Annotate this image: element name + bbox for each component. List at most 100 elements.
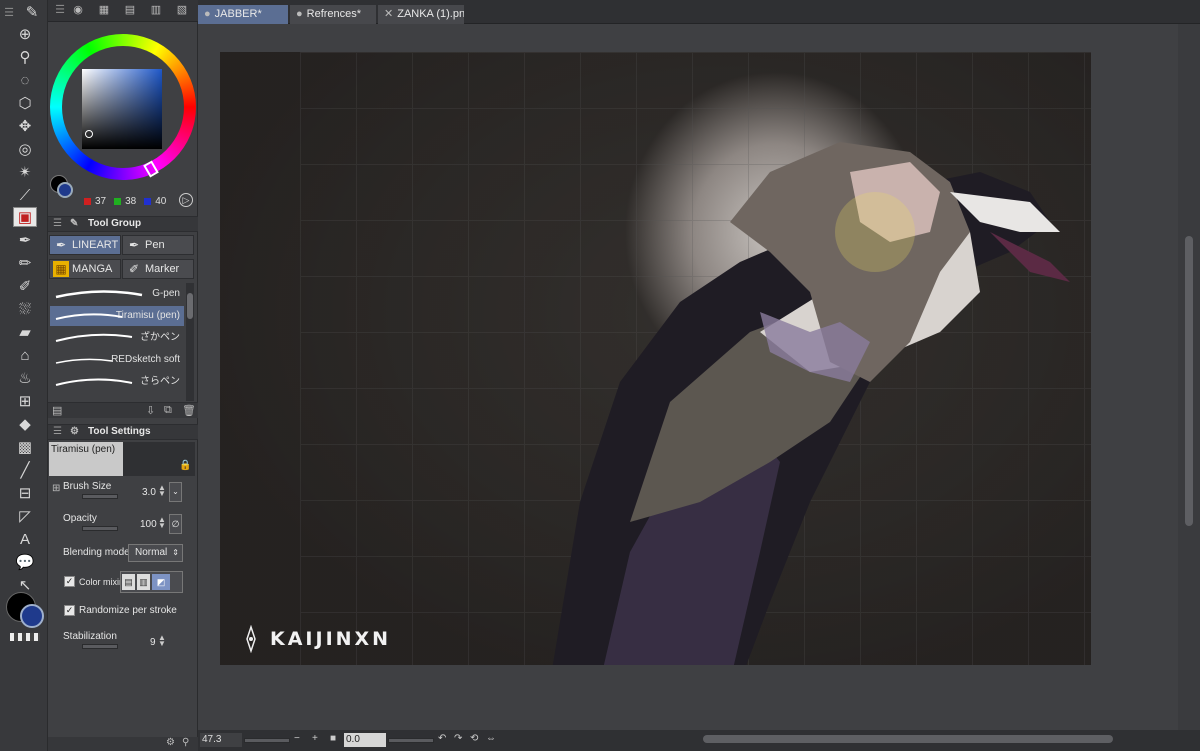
menu-icon[interactable]: ☰ <box>4 2 14 22</box>
color-history-tab-icon[interactable]: ▧ <box>172 3 192 19</box>
panel-sub-color[interactable] <box>57 182 73 198</box>
brush-list-scrollbar[interactable] <box>186 283 194 401</box>
gradient-icon[interactable]: ▩ <box>13 437 37 457</box>
lasso-select-icon[interactable]: ◌ <box>13 70 37 90</box>
blending-select[interactable]: Normal ⇕ <box>128 544 183 562</box>
import-icon[interactable]: ⇩ <box>146 404 155 417</box>
tab-label: JABBER* <box>214 8 262 20</box>
pencil-icon[interactable]: ✏ <box>13 253 37 273</box>
horizontal-scrollbar[interactable] <box>703 735 1113 743</box>
rotate-left-icon[interactable]: ↶ <box>438 733 446 744</box>
opacity-spinner-icon[interactable]: ▲ ▼ <box>158 516 166 530</box>
lock-icon[interactable]: 🔒 <box>179 460 191 471</box>
intermediate-color-tab-icon[interactable]: ▤ <box>120 3 140 19</box>
fill-icon[interactable]: ◆ <box>13 414 37 434</box>
ruler-icon[interactable]: ◸ <box>13 506 37 526</box>
operation-icon[interactable]: ⊕ <box>13 24 37 44</box>
group-marker-button[interactable]: ✐ Marker <box>122 259 194 279</box>
object-icon[interactable]: ⬡ <box>13 93 37 113</box>
rotate-right-icon[interactable]: ↷ <box>454 733 462 744</box>
sub-color-chip[interactable] <box>20 604 44 628</box>
randomize-checkbox[interactable]: ✓ <box>64 605 75 616</box>
pen-icon[interactable]: ✒ <box>13 230 37 250</box>
artwork-canvas[interactable]: KAIJINXN <box>220 52 1091 665</box>
eyedropper-icon[interactable]: ⟋ <box>13 185 37 205</box>
color-mode-icon[interactable]: ▷ <box>179 193 193 207</box>
rotation-field[interactable]: 0.0 <box>344 733 386 747</box>
tab-label: ZANKA (1).png <box>397 8 464 20</box>
line-icon[interactable]: ╱ <box>13 460 37 480</box>
mix-mode-3-icon[interactable]: ◩ <box>152 574 170 590</box>
pen-tool-icon[interactable]: ✎ <box>20 2 44 22</box>
mix-mode-2-icon[interactable]: ▥ <box>137 574 150 590</box>
zoom-icon[interactable]: ⚲ <box>13 47 37 67</box>
expand-icon[interactable]: ⊞ <box>52 483 60 494</box>
eraser-icon[interactable]: ▰ <box>13 322 37 342</box>
airbrush-icon[interactable]: ⛆ <box>13 299 37 319</box>
lasso-icon[interactable]: ◎ <box>13 139 37 159</box>
text-icon[interactable]: A <box>13 529 37 549</box>
flip-icon[interactable]: ⇔ <box>486 733 496 744</box>
delete-icon[interactable]: 🗑 <box>182 404 196 417</box>
group-lineart-button[interactable]: ✒ LINEART <box>49 235 121 255</box>
tool-settings-header: ☰ ⚙ Tool Settings <box>48 424 198 440</box>
mix-mode-1-icon[interactable]: ▤ <box>122 574 135 590</box>
brush-size-spinner-icon[interactable]: ▲ ▼ <box>158 484 166 498</box>
group-pen-button[interactable]: ✒ Pen <box>122 235 194 255</box>
zoom-field[interactable]: 47.3 <box>200 733 242 747</box>
tab-zanka[interactable]: ✕ ZANKA (1).png <box>378 5 464 24</box>
approximate-color-tab-icon[interactable]: ▥ <box>146 3 166 19</box>
color-wheel-tab-icon[interactable]: ◉ <box>68 3 88 19</box>
magic-wand-icon[interactable]: ✴ <box>13 162 37 182</box>
tool-group-menu-icon[interactable]: ☰ <box>53 217 62 231</box>
color-cursor[interactable] <box>85 130 93 138</box>
blend-icon[interactable]: ♨ <box>13 368 37 388</box>
reset-rotation-icon[interactable]: ⟲ <box>470 733 478 744</box>
vertical-scrollbar[interactable] <box>1178 24 1200 730</box>
balloon-icon[interactable]: 💬 <box>13 552 37 572</box>
brush-item-g-pen[interactable]: G-pen <box>50 284 184 304</box>
tool-settings-menu-icon[interactable]: ☰ <box>53 425 62 439</box>
brush-label: ざかペン <box>140 332 180 343</box>
tab-refrences[interactable]: ● Refrences* <box>290 5 376 24</box>
search-icon[interactable]: ⚲ <box>182 737 189 748</box>
close-icon[interactable]: ✕ <box>384 8 393 20</box>
rotation-slider[interactable] <box>388 738 434 743</box>
brush-item-tiramisu[interactable]: Tiramisu (pen) <box>50 306 184 326</box>
opacity-pressure-icon[interactable]: ∅ <box>169 514 182 534</box>
brush-item-zakapen[interactable]: ざかペン <box>50 328 184 348</box>
settings-footer-icon[interactable]: ⚙ <box>166 737 175 748</box>
perspective-ruler-icon[interactable]: ⊞ <box>13 391 37 411</box>
brush-size-dropdown-icon[interactable]: ⌄ <box>169 482 182 502</box>
zoom-slider[interactable] <box>244 738 290 743</box>
frame-border-icon[interactable]: ⊟ <box>13 483 37 503</box>
duplicate-icon[interactable]: ⧉ <box>164 404 172 417</box>
stabilization-slider[interactable] <box>82 644 118 649</box>
brush-icon[interactable]: ✐ <box>13 276 37 296</box>
saturation-value-square[interactable] <box>82 69 162 149</box>
select-arrows-icon: ⇕ <box>172 548 179 557</box>
color-mixing-checkbox[interactable]: ✓ <box>64 576 75 587</box>
panel-menu-icon[interactable]: ☰ <box>50 3 70 19</box>
zoom-in-icon[interactable]: + <box>312 733 318 744</box>
opacity-value: 100 <box>140 519 157 530</box>
zoom-out-icon[interactable]: − <box>294 733 300 744</box>
tool-property-icon[interactable]: ▤ <box>52 404 62 417</box>
randomize-label: Randomize per stroke <box>79 605 177 616</box>
brush-item-redsketch[interactable]: REDsketch soft <box>50 350 184 370</box>
transparent-color-icon[interactable] <box>10 633 40 641</box>
color-set-tab-icon[interactable]: ▦ <box>94 3 114 19</box>
decoration-icon[interactable]: ⌂ <box>13 345 37 365</box>
opacity-slider[interactable] <box>82 526 118 531</box>
group-manga-button[interactable]: ▦ MANGA <box>49 259 121 279</box>
brush-size-value: 3.0 <box>142 487 156 498</box>
tab-jabber[interactable]: ● JABBER* <box>198 5 288 24</box>
brush-size-slider[interactable] <box>82 494 118 499</box>
stabilization-spinner-icon[interactable]: ▲ ▼ <box>158 634 166 648</box>
fit-icon[interactable]: ■ <box>330 733 336 744</box>
stamp-tool-icon[interactable]: ▣ <box>13 207 37 227</box>
group-label: Marker <box>145 263 180 275</box>
canvas-area[interactable]: KAIJINXN <box>198 24 1178 730</box>
brush-item-sarapen[interactable]: さらペン <box>50 372 184 392</box>
move-icon[interactable]: ✥ <box>13 116 37 136</box>
